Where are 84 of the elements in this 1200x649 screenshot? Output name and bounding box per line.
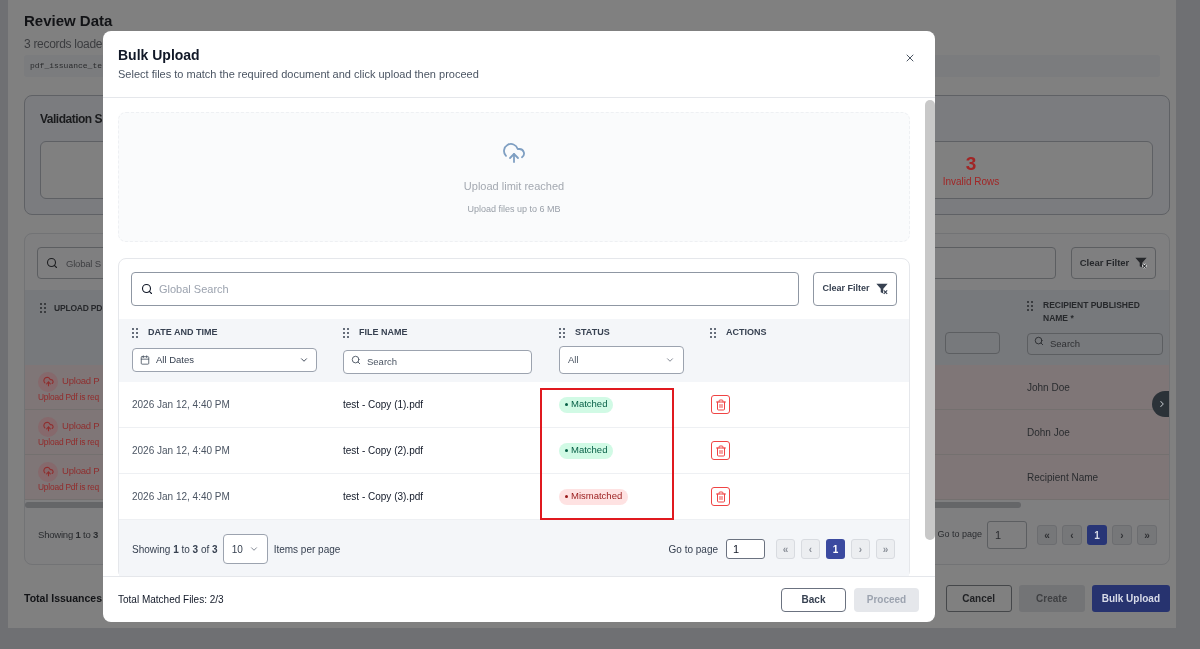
- upload-icon: [38, 416, 58, 437]
- chevron-down-icon: [248, 544, 259, 554]
- delete-button[interactable]: [711, 441, 730, 460]
- search-icon: [1034, 336, 1044, 346]
- search-icon: [46, 257, 58, 269]
- dropzone-hint: Upload files up to 6 MB: [467, 203, 561, 215]
- table-cell-text: John Doe: [1027, 380, 1070, 395]
- date-select[interactable]: All Dates: [132, 348, 317, 372]
- drag-handle-icon[interactable]: [132, 328, 138, 338]
- delete-button[interactable]: [711, 395, 730, 414]
- search-field[interactable]: Search: [343, 349, 532, 374]
- drag-handle-icon[interactable]: [40, 303, 46, 313]
- table-cell-text: Dohn Joe: [1027, 425, 1070, 440]
- filter-field[interactable]: [945, 332, 1000, 354]
- trash-icon: [714, 444, 727, 457]
- dropzone-message: Upload limit reached: [463, 179, 565, 193]
- file-name-cell-text: test - Copy (3).pdf: [343, 490, 424, 504]
- action-button[interactable]: Cancel: [945, 585, 1012, 612]
- column-header: ACTIONS: [726, 326, 767, 340]
- clear-filter-button[interactable]: Clear Filter: [813, 272, 897, 306]
- cloud-upload-icon: [502, 141, 526, 165]
- drag-handle-icon[interactable]: [1027, 301, 1033, 311]
- page-input[interactable]: 1: [987, 521, 1027, 549]
- page-button[interactable]: 1: [826, 539, 845, 559]
- upload-link[interactable]: Upload P: [62, 374, 100, 389]
- pagination-summary: Showing 1 to 3 of 3: [132, 542, 218, 557]
- status-text: Mismatched: [571, 489, 623, 504]
- upload-link[interactable]: Upload P: [62, 419, 100, 434]
- go-to-page-label: Go to page: [937, 528, 982, 542]
- clear-filter-button[interactable]: Clear Filter: [1071, 247, 1156, 279]
- upload-link[interactable]: Upload P: [62, 464, 100, 479]
- search-field[interactable]: Global Search: [131, 272, 799, 306]
- error-text: Upload Pdf is req: [38, 436, 99, 448]
- status-text: Matched: [571, 397, 608, 412]
- column-header: STATUS: [575, 326, 610, 340]
- chevron-down-icon: [665, 355, 675, 365]
- chevron-right-icon: [1157, 399, 1167, 409]
- drag-handle-icon[interactable]: [343, 328, 349, 338]
- date-cell-text: 2026 Jan 12, 4:40 PM: [132, 444, 230, 458]
- stat-label: Invalid Rows: [942, 174, 1000, 188]
- status-select[interactable]: All: [559, 346, 684, 374]
- stat-value: 3: [965, 152, 977, 175]
- records-count: 3 records loade: [24, 36, 103, 52]
- search-field[interactable]: Search: [1027, 332, 1163, 355]
- page-button[interactable]: 1: [1087, 525, 1107, 545]
- chevron-down-icon: [299, 355, 309, 365]
- close-icon: [904, 52, 916, 64]
- go-to-page-label: Go to page: [668, 542, 718, 557]
- error-text: Upload Pdf is req: [38, 391, 99, 403]
- search-icon: [141, 283, 153, 295]
- card-title: Validation S: [40, 111, 102, 127]
- error-text: Upload Pdf is req: [38, 481, 99, 493]
- filter-clear-icon: [1135, 257, 1148, 269]
- delete-button[interactable]: [711, 487, 730, 506]
- pagination-summary: Showing 1 to 3: [38, 527, 99, 542]
- column-header: UPLOAD PD: [54, 303, 103, 314]
- filter-clear-icon: [875, 283, 888, 295]
- trash-icon: [714, 398, 727, 411]
- table-cell-text: Recipient Name: [1027, 470, 1099, 485]
- date-cell-text: 2026 Jan 12, 4:40 PM: [132, 398, 230, 412]
- file-name-cell-text: test - Copy (1).pdf: [343, 398, 424, 412]
- total-issuances-label: Total Issuances: [24, 590, 102, 606]
- page-input[interactable]: 1: [726, 539, 765, 559]
- date-cell-text: 2026 Jan 12, 4:40 PM: [132, 490, 230, 504]
- column-header: DATE AND TIME: [148, 326, 218, 340]
- upload-icon: [38, 461, 58, 482]
- file-name-cell-text: test - Copy (2).pdf: [343, 444, 424, 458]
- drag-handle-icon[interactable]: [710, 328, 716, 338]
- close-button[interactable]: [904, 52, 916, 64]
- page-size-select[interactable]: 10: [222, 534, 268, 564]
- drag-handle-icon[interactable]: [559, 328, 565, 338]
- page-size-label: Items per page: [273, 542, 341, 557]
- upload-icon: [38, 371, 58, 392]
- status-text: Matched: [571, 443, 608, 458]
- search-icon: [351, 355, 361, 365]
- footer-button[interactable]: Back: [781, 587, 846, 612]
- action-button[interactable]: Bulk Upload: [1091, 585, 1170, 612]
- trash-icon: [714, 490, 727, 503]
- page-title: Review Data: [24, 12, 113, 30]
- column-header: FILE NAME: [359, 326, 408, 340]
- column-header: RECIPIENT PUBLISHED NAME *: [1043, 299, 1141, 325]
- scrollbar-thumb[interactable]: [925, 100, 935, 540]
- matched-files-summary: Total Matched Files: 2/3: [118, 593, 224, 607]
- calendar-icon: [140, 355, 150, 365]
